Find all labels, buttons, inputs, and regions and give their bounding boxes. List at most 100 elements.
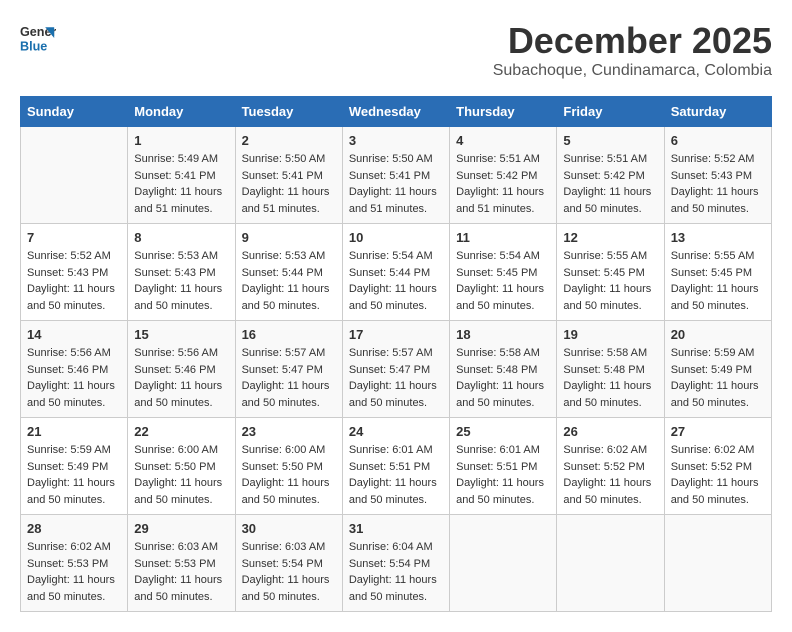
logo: General Blue	[20, 20, 60, 56]
day-info: Sunrise: 5:50 AMSunset: 5:41 PMDaylight:…	[242, 151, 336, 217]
calendar-week-row: 28Sunrise: 6:02 AMSunset: 5:53 PMDayligh…	[21, 515, 772, 612]
day-number: 9	[242, 230, 336, 245]
day-number: 24	[349, 424, 443, 439]
day-info: Sunrise: 5:52 AMSunset: 5:43 PMDaylight:…	[27, 248, 121, 314]
day-info: Sunrise: 6:01 AMSunset: 5:51 PMDaylight:…	[349, 442, 443, 508]
day-number: 8	[134, 230, 228, 245]
weekday-header: Monday	[128, 97, 235, 127]
day-number: 27	[671, 424, 765, 439]
day-info: Sunrise: 6:03 AMSunset: 5:54 PMDaylight:…	[242, 539, 336, 605]
day-info: Sunrise: 5:58 AMSunset: 5:48 PMDaylight:…	[456, 345, 550, 411]
weekday-row: SundayMondayTuesdayWednesdayThursdayFrid…	[21, 97, 772, 127]
calendar-cell: 31Sunrise: 6:04 AMSunset: 5:54 PMDayligh…	[342, 515, 449, 612]
weekday-header: Tuesday	[235, 97, 342, 127]
calendar-cell: 29 Sunrise: 6:03 AMSunset: 5:53 PMDayligh…	[128, 515, 235, 612]
day-info: Sunrise: 5:56 AMSunset: 5:46 PMDaylight:…	[134, 345, 228, 411]
weekday-header: Sunday	[21, 97, 128, 127]
day-info: Sunrise: 5:58 AMSunset: 5:48 PMDaylight:…	[563, 345, 657, 411]
calendar-cell	[450, 515, 557, 612]
day-info: Sunrise: 6:02 AMSunset: 5:52 PMDaylight:…	[671, 442, 765, 508]
day-info: Sunrise: 5:55 AMSunset: 5:45 PMDaylight:…	[563, 248, 657, 314]
day-info: Sunrise: 5:53 AMSunset: 5:43 PMDaylight:…	[134, 248, 228, 314]
calendar-cell: 28Sunrise: 6:02 AMSunset: 5:53 PMDayligh…	[21, 515, 128, 612]
day-number: 28	[27, 521, 121, 536]
day-number: 16	[242, 327, 336, 342]
day-info: Sunrise: 5:53 AMSunset: 5:44 PMDaylight:…	[242, 248, 336, 314]
day-number: 31	[349, 521, 443, 536]
day-info: Sunrise: 5:59 AMSunset: 5:49 PMDaylight:…	[27, 442, 121, 508]
day-number: 13	[671, 230, 765, 245]
calendar-cell: 11 Sunrise: 5:54 AMSunset: 5:45 PMDayligh…	[450, 224, 557, 321]
weekday-header: Thursday	[450, 97, 557, 127]
calendar-cell: 22Sunrise: 6:00 AMSunset: 5:50 PMDayligh…	[128, 418, 235, 515]
calendar-cell: 18Sunrise: 5:58 AMSunset: 5:48 PMDayligh…	[450, 321, 557, 418]
calendar-cell: 12Sunrise: 5:55 AMSunset: 5:45 PMDayligh…	[557, 224, 664, 321]
page-header: General Blue December 2025 Subachoque, C…	[20, 20, 772, 80]
day-info: Sunrise: 5:57 AMSunset: 5:47 PMDaylight:…	[349, 345, 443, 411]
day-info: Sunrise: 5:59 AMSunset: 5:49 PMDaylight:…	[671, 345, 765, 411]
day-number: 4	[456, 133, 550, 148]
day-number: 6	[671, 133, 765, 148]
day-number: 7	[27, 230, 121, 245]
weekday-header: Friday	[557, 97, 664, 127]
day-info: Sunrise: 6:03 AMSunset: 5:53 PMDaylight:…	[134, 539, 228, 605]
calendar-cell: 9 Sunrise: 5:53 AMSunset: 5:44 PMDaylight…	[235, 224, 342, 321]
day-number: 19	[563, 327, 657, 342]
day-number: 26	[563, 424, 657, 439]
weekday-header: Saturday	[664, 97, 771, 127]
day-number: 10	[349, 230, 443, 245]
day-info: Sunrise: 5:51 AMSunset: 5:42 PMDaylight:…	[563, 151, 657, 217]
day-number: 2	[242, 133, 336, 148]
calendar-cell: 2 Sunrise: 5:50 AMSunset: 5:41 PMDaylight…	[235, 127, 342, 224]
calendar-week-row: 21Sunrise: 5:59 AMSunset: 5:49 PMDayligh…	[21, 418, 772, 515]
location-subtitle: Subachoque, Cundinamarca, Colombia	[493, 62, 772, 80]
calendar-cell: 20Sunrise: 5:59 AMSunset: 5:49 PMDayligh…	[664, 321, 771, 418]
calendar-cell: 27 Sunrise: 6:02 AMSunset: 5:52 PMDayligh…	[664, 418, 771, 515]
day-info: Sunrise: 5:54 AMSunset: 5:44 PMDaylight:…	[349, 248, 443, 314]
calendar-week-row: 1 Sunrise: 5:49 AMSunset: 5:41 PMDaylight…	[21, 127, 772, 224]
calendar-cell: 15 Sunrise: 5:56 AMSunset: 5:46 PMDayligh…	[128, 321, 235, 418]
calendar-cell: 19 Sunrise: 5:58 AMSunset: 5:48 PMDayligh…	[557, 321, 664, 418]
day-info: Sunrise: 6:00 AMSunset: 5:50 PMDaylight:…	[134, 442, 228, 508]
calendar-cell: 7 Sunrise: 5:52 AMSunset: 5:43 PMDaylight…	[21, 224, 128, 321]
day-info: Sunrise: 5:50 AMSunset: 5:41 PMDaylight:…	[349, 151, 443, 217]
calendar-body: 1 Sunrise: 5:49 AMSunset: 5:41 PMDaylight…	[21, 127, 772, 612]
weekday-header: Wednesday	[342, 97, 449, 127]
calendar-cell: 16Sunrise: 5:57 AMSunset: 5:47 PMDayligh…	[235, 321, 342, 418]
calendar-cell	[557, 515, 664, 612]
day-info: Sunrise: 5:54 AMSunset: 5:45 PMDaylight:…	[456, 248, 550, 314]
day-info: Sunrise: 6:02 AMSunset: 5:52 PMDaylight:…	[563, 442, 657, 508]
calendar-cell	[21, 127, 128, 224]
day-info: Sunrise: 6:00 AMSunset: 5:50 PMDaylight:…	[242, 442, 336, 508]
day-number: 14	[27, 327, 121, 342]
day-info: Sunrise: 5:49 AMSunset: 5:41 PMDaylight:…	[134, 151, 228, 217]
day-number: 5	[563, 133, 657, 148]
day-number: 3	[349, 133, 443, 148]
calendar-cell: 21Sunrise: 5:59 AMSunset: 5:49 PMDayligh…	[21, 418, 128, 515]
day-number: 25	[456, 424, 550, 439]
calendar-cell: 3 Sunrise: 5:50 AMSunset: 5:41 PMDaylight…	[342, 127, 449, 224]
day-number: 17	[349, 327, 443, 342]
title-block: December 2025 Subachoque, Cundinamarca, …	[493, 20, 772, 80]
day-number: 30	[242, 521, 336, 536]
calendar-cell	[664, 515, 771, 612]
calendar-cell: 10 Sunrise: 5:54 AMSunset: 5:44 PMDayligh…	[342, 224, 449, 321]
calendar-cell: 24 Sunrise: 6:01 AMSunset: 5:51 PMDayligh…	[342, 418, 449, 515]
day-info: Sunrise: 5:51 AMSunset: 5:42 PMDaylight:…	[456, 151, 550, 217]
day-number: 11	[456, 230, 550, 245]
calendar-cell: 4 Sunrise: 5:51 AMSunset: 5:42 PMDaylight…	[450, 127, 557, 224]
day-number: 23	[242, 424, 336, 439]
logo-icon: General Blue	[20, 20, 56, 56]
calendar-cell: 1 Sunrise: 5:49 AMSunset: 5:41 PMDaylight…	[128, 127, 235, 224]
calendar-table: SundayMondayTuesdayWednesdayThursdayFrid…	[20, 96, 772, 612]
calendar-cell: 25Sunrise: 6:01 AMSunset: 5:51 PMDayligh…	[450, 418, 557, 515]
calendar-cell: 30 Sunrise: 6:03 AMSunset: 5:54 PMDayligh…	[235, 515, 342, 612]
calendar-week-row: 7 Sunrise: 5:52 AMSunset: 5:43 PMDaylight…	[21, 224, 772, 321]
day-number: 15	[134, 327, 228, 342]
day-info: Sunrise: 5:56 AMSunset: 5:46 PMDaylight:…	[27, 345, 121, 411]
calendar-cell: 5 Sunrise: 5:51 AMSunset: 5:42 PMDaylight…	[557, 127, 664, 224]
day-number: 29	[134, 521, 228, 536]
calendar-cell: 23 Sunrise: 6:00 AMSunset: 5:50 PMDayligh…	[235, 418, 342, 515]
calendar-cell: 17 Sunrise: 5:57 AMSunset: 5:47 PMDayligh…	[342, 321, 449, 418]
day-number: 1	[134, 133, 228, 148]
